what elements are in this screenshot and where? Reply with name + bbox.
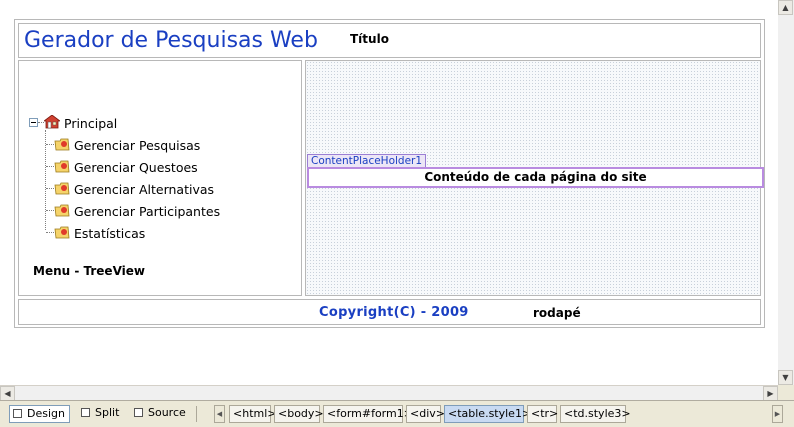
site-title: Gerador de Pesquisas Web: [24, 28, 318, 53]
footer-note: rodapé: [533, 306, 581, 320]
design-view-icon: [13, 409, 22, 418]
folder-star-icon: [54, 204, 70, 217]
tag-html[interactable]: <html>: [229, 405, 277, 423]
scroll-down-icon[interactable]: ▼: [778, 370, 793, 385]
collapse-icon[interactable]: [29, 118, 38, 127]
tree-item-label: Gerenciar Alternativas: [74, 182, 215, 197]
menu-note: Menu - TreeView: [33, 264, 145, 278]
tag-div[interactable]: <div>: [406, 405, 445, 423]
folder-star-icon: [54, 226, 70, 239]
tag-td[interactable]: <td.style3>: [560, 405, 631, 423]
horizontal-scrollbar[interactable]: ◀ ▶: [0, 385, 778, 401]
tree-root-label: Principal: [64, 116, 118, 131]
house-icon: [44, 115, 60, 129]
scroll-right-icon[interactable]: ▶: [763, 386, 778, 401]
folder-star-icon: [54, 160, 70, 173]
title-note: Título: [350, 32, 389, 46]
placeholder-tag[interactable]: ContentPlaceHolder1: [307, 154, 427, 168]
menu-cell[interactable]: Principal Gerenciar Pesquisas Gerenciar …: [18, 60, 302, 296]
tag-tr[interactable]: <tr>: [527, 405, 558, 423]
design-view-button[interactable]: Design: [9, 405, 70, 423]
content-cell[interactable]: ContentPlaceHolder1 Conteúdo de cada pág…: [305, 60, 764, 296]
source-view-button[interactable]: Source: [131, 405, 190, 423]
scroll-left-icon[interactable]: ◀: [0, 386, 15, 401]
design-surface[interactable]: Gerador de Pesquisas Web Título Principa…: [0, 0, 779, 385]
split-view-button[interactable]: Split: [78, 405, 123, 423]
content-placeholder[interactable]: Conteúdo de cada página do site: [307, 167, 764, 188]
split-view-icon: [81, 408, 90, 417]
tag-nav-left-icon[interactable]: ◀: [214, 405, 225, 423]
folder-star-icon: [54, 182, 70, 195]
copyright-text: Copyright(C) - 2009: [319, 305, 469, 320]
header-cell[interactable]: Gerador de Pesquisas Web Título: [18, 23, 761, 58]
scrollbar-corner: [778, 385, 794, 400]
separator: [196, 406, 197, 422]
tag-form[interactable]: <form#form1>: [323, 405, 413, 423]
folder-star-icon: [54, 138, 70, 151]
tree-item-label: Estatísticas: [74, 226, 146, 241]
vertical-scrollbar[interactable]: ▲ ▼: [778, 0, 794, 385]
tree-item-label: Gerenciar Participantes: [74, 204, 221, 219]
layout-table[interactable]: Gerador de Pesquisas Web Título Principa…: [14, 19, 765, 328]
scroll-up-icon[interactable]: ▲: [778, 0, 793, 15]
tree-item-label: Gerenciar Pesquisas: [74, 138, 201, 153]
source-view-icon: [134, 408, 143, 417]
view-status-bar: Design Split Source ◀ <html> <body> <for…: [0, 400, 794, 427]
tag-nav-right-icon[interactable]: ▶: [772, 405, 783, 423]
footer-cell[interactable]: Copyright(C) - 2009 rodapé: [18, 299, 761, 325]
tree-item-label: Gerenciar Questoes: [74, 160, 198, 175]
tag-table[interactable]: <table.style1>: [444, 405, 531, 423]
tag-body[interactable]: <body>: [274, 405, 324, 423]
